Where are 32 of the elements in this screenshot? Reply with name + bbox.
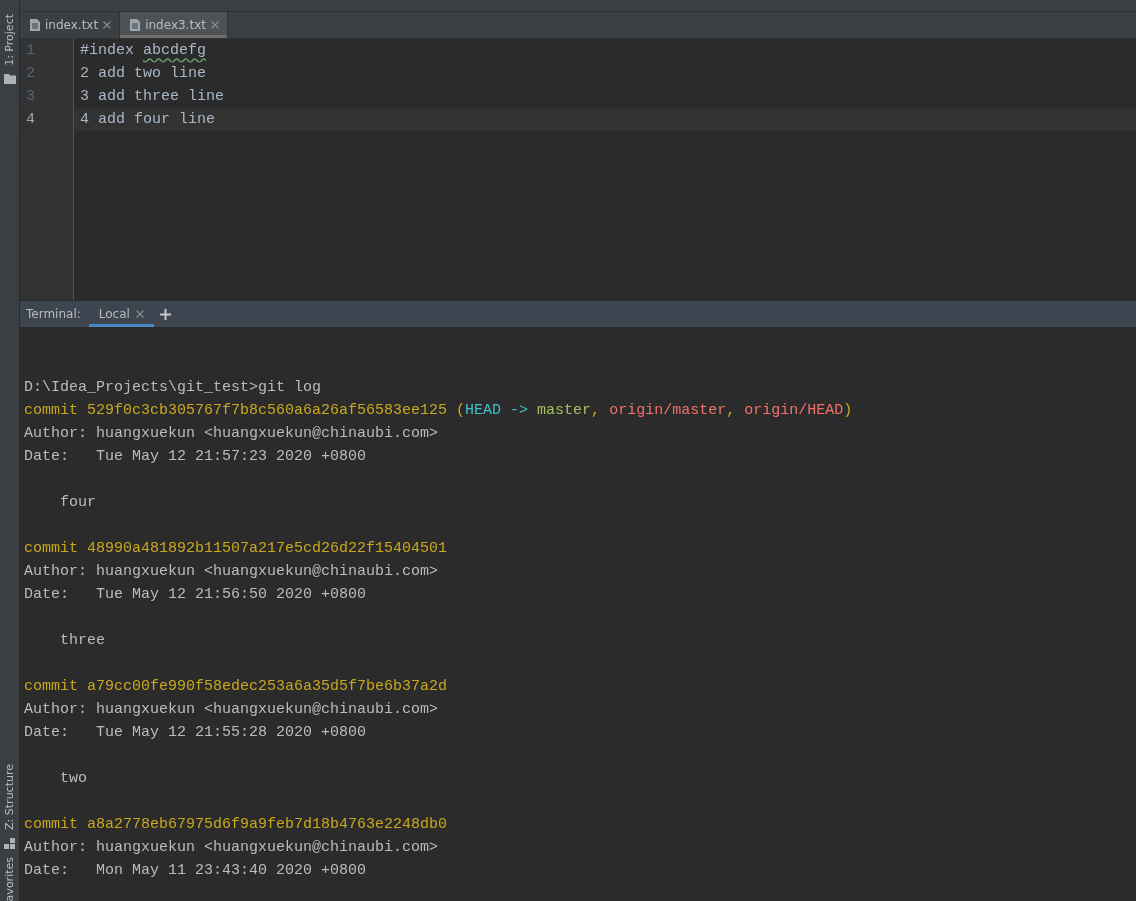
terminal-line: Date: Mon May 11 23:43:40 2020 +0800 [24,861,368,881]
terminal-line: D:\Idea_Projects\git_test>git log [24,378,323,398]
tool-window-tab[interactable]: avorites [0,856,19,901]
terminal-line: commit 529f0c3cb305767f7b8c560a6a26af56583ee125 (HEAD -> master, origin/master, origin/HEAD) [24,401,854,421]
folder-icon[interactable] [3,73,16,84]
terminal-line: Author: huangxuekun <huangxuekun@chinaubi.com> [24,700,440,720]
terminal-line: Author: huangxuekun <huangxuekun@chinaubi.com> [24,424,440,444]
terminal-line: Date: Tue May 12 21:57:23 2020 +0800 [24,447,368,467]
terminal-line: three [59,631,106,651]
terminal-line: Author: huangxuekun <huangxuekun@chinaubi.com> [24,562,440,582]
close-icon[interactable] [103,21,112,29]
terminal-line: commit a79cc00fe990f58edec253a6a35d5f7be6b37a2d [24,677,449,697]
code-line: 2 add two line [79,64,208,84]
close-icon[interactable] [135,310,144,318]
code-line: 3 add three line [79,87,226,107]
terminal-line: two [59,769,88,789]
editor-tab[interactable]: index3.txt [120,12,228,38]
file-icon [130,19,141,31]
structure-icon[interactable] [4,837,15,849]
terminal-title: Terminal: [25,306,82,323]
terminal-line: commit a8a2778eb67975d6f9a9feb7d18b4763e2248db0 [24,815,449,835]
file-icon [30,19,40,31]
terminal-line: Date: Tue May 12 21:56:50 2020 +0800 [24,585,368,605]
tool-window-tab[interactable]: 1: Project [0,14,19,66]
add-icon[interactable] [159,308,171,320]
terminal-line: Date: Tue May 12 21:55:28 2020 +0800 [24,723,368,743]
terminal-line: Author: huangxuekun <huangxuekun@chinaubi.com> [24,838,440,858]
terminal-line: four [59,493,97,513]
terminal-line: commit 48990a481892b11507a217e5cd26d22f15404501 [24,539,449,559]
terminal-tab[interactable]: Local [88,301,154,327]
tool-window-tab[interactable]: Z: Structure [0,763,19,830]
code-line: #index abcdefg [79,41,208,61]
